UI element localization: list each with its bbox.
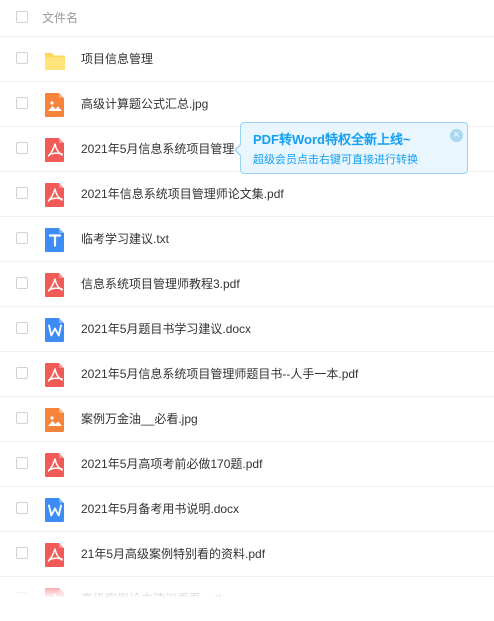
file-list: 文件名 项目信息管理高级计算题公式汇总.jpg 2021年5月信息系统项目管理 20…: [0, 0, 494, 597]
tooltip-subtitle: 超级会员点击右键可直接进行转换: [253, 154, 418, 166]
close-icon[interactable]: ×: [450, 129, 463, 142]
word-file-icon: [44, 497, 66, 523]
file-row[interactable]: 项目信息管理: [0, 37, 494, 82]
bottom-bar: [0, 597, 494, 621]
file-name[interactable]: 2021年5月高项考前必做170题.pdf: [81, 456, 262, 472]
row-checkbox[interactable]: [16, 502, 28, 514]
row-checkbox[interactable]: [16, 142, 28, 154]
file-row[interactable]: 2021年5月题目书学习建议.docx: [0, 307, 494, 352]
pdf-file-icon: [44, 452, 66, 478]
pdf-file-icon: [44, 182, 66, 208]
file-row[interactable]: 高级计算题公式汇总.jpg: [0, 82, 494, 127]
file-name[interactable]: 21年5月高级案例特别看的资料.pdf: [81, 546, 265, 562]
select-all-checkbox[interactable]: [16, 11, 28, 23]
row-checkbox[interactable]: [16, 277, 28, 289]
file-name[interactable]: 2021年5月备考用书说明.docx: [81, 501, 239, 517]
list-header: 文件名: [0, 0, 494, 37]
file-row[interactable]: 2021年信息系统项目管理师论文集.pdf: [0, 172, 494, 217]
file-row[interactable]: 21年5月高级案例特别看的资料.pdf: [0, 532, 494, 577]
file-row[interactable]: 2021年5月备考用书说明.docx: [0, 487, 494, 532]
file-name[interactable]: 2021年5月信息系统项目管理: [81, 141, 234, 157]
row-checkbox[interactable]: [16, 412, 28, 424]
row-checkbox[interactable]: [16, 52, 28, 64]
row-checkbox[interactable]: [16, 367, 28, 379]
pdf-file-icon: [44, 362, 66, 388]
pdf-file-icon: [44, 542, 66, 568]
tooltip-arrow-inner: [236, 144, 242, 156]
file-name[interactable]: 2021年5月信息系统项目管理师题目书--人手一本.pdf: [81, 366, 358, 382]
file-row[interactable]: 信息系统项目管理师教程3.pdf: [0, 262, 494, 307]
file-name[interactable]: 信息系统项目管理师教程3.pdf: [81, 276, 240, 292]
file-name[interactable]: 高级计算题公式汇总.jpg: [81, 96, 208, 112]
file-name[interactable]: 案例万金油__必看.jpg: [81, 411, 198, 427]
file-name[interactable]: 项目信息管理: [81, 51, 153, 67]
file-row[interactable]: 临考学习建议.txt: [0, 217, 494, 262]
file-row[interactable]: 2021年5月信息系统项目管理师题目书--人手一本.pdf: [0, 352, 494, 397]
file-name[interactable]: 2021年信息系统项目管理师论文集.pdf: [81, 186, 284, 202]
tooltip-title: PDF转Word特权全新上线~: [253, 132, 411, 147]
file-row[interactable]: 案例万金油__必看.jpg: [0, 397, 494, 442]
file-name[interactable]: 临考学习建议.txt: [81, 231, 169, 247]
file-name[interactable]: 2021年5月题目书学习建议.docx: [81, 321, 251, 337]
txt-file-icon: [44, 227, 66, 253]
scroll-fade: [0, 578, 494, 597]
row-checkbox[interactable]: [16, 457, 28, 469]
word-file-icon: [44, 317, 66, 343]
row-checkbox[interactable]: [16, 547, 28, 559]
column-header-filename[interactable]: 文件名: [42, 11, 78, 26]
row-checkbox[interactable]: [16, 232, 28, 244]
folder-icon: [44, 47, 66, 73]
row-checkbox[interactable]: [16, 187, 28, 199]
pdf-to-word-promo-tooltip[interactable]: PDF转Word特权全新上线~ 超级会员点击右键可直接进行转换 ×: [234, 122, 468, 174]
pdf-file-icon: [44, 137, 66, 163]
file-row[interactable]: 2021年5月高项考前必做170题.pdf: [0, 442, 494, 487]
image-file-icon: [44, 407, 66, 433]
row-checkbox[interactable]: [16, 322, 28, 334]
image-file-icon: [44, 92, 66, 118]
pdf-file-icon: [44, 272, 66, 298]
row-checkbox[interactable]: [16, 97, 28, 109]
